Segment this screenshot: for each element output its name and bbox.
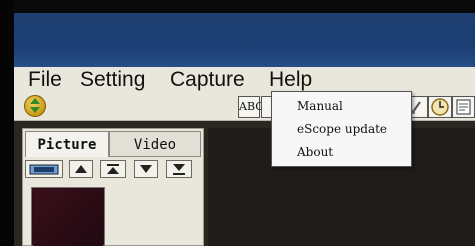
skip-to-top-icon[interactable] xyxy=(100,160,126,178)
menu-item-about[interactable]: About xyxy=(297,142,333,162)
window-titlebar[interactable] xyxy=(14,13,475,67)
up-down-circle-icon[interactable] xyxy=(24,95,46,117)
media-tabs: Picture Video xyxy=(25,131,201,157)
screen-left-edge xyxy=(0,0,14,246)
text-tool-button[interactable]: ABC xyxy=(238,96,264,118)
menu-item-manual[interactable]: Manual xyxy=(297,96,343,116)
triangle-down-icon[interactable] xyxy=(134,160,158,178)
menu-capture[interactable]: Capture xyxy=(170,67,245,92)
skip-to-bottom-icon[interactable] xyxy=(166,160,192,178)
clock-icon[interactable] xyxy=(428,96,452,118)
notepad-icon[interactable] xyxy=(452,96,475,118)
tab-picture[interactable]: Picture xyxy=(25,131,109,157)
menu-file[interactable]: File xyxy=(28,67,62,92)
triangle-up-icon[interactable] xyxy=(69,160,93,178)
camera-icon[interactable] xyxy=(25,160,63,178)
menu-bar: File Setting Capture Help xyxy=(14,67,475,93)
menu-help[interactable]: Help xyxy=(269,67,312,92)
menu-setting[interactable]: Setting xyxy=(80,67,145,92)
help-dropdown-menu: Manual eScope update About xyxy=(271,91,412,167)
thumbnail-image xyxy=(33,189,103,246)
tab-video[interactable]: Video xyxy=(109,131,201,157)
menu-item-escope-update[interactable]: eScope update xyxy=(297,119,387,139)
screen-top-edge xyxy=(0,0,475,13)
